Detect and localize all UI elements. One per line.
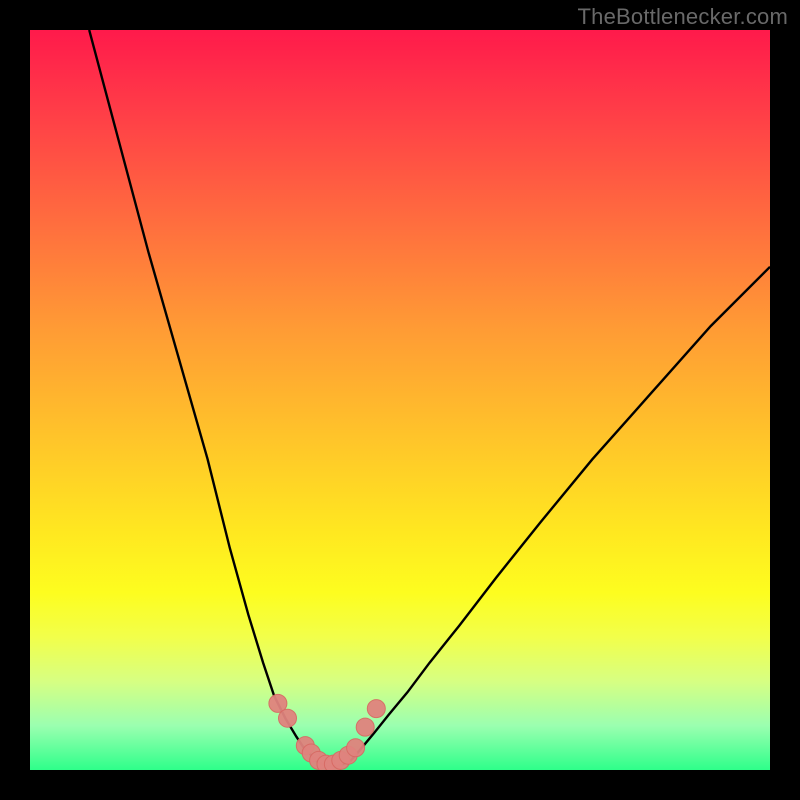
watermark-text: TheBottlenecker.com	[578, 4, 788, 30]
chart-frame: TheBottlenecker.com	[0, 0, 800, 800]
valley-marker	[356, 718, 374, 736]
valley-markers	[269, 694, 385, 770]
chart-svg	[30, 30, 770, 770]
valley-marker	[279, 709, 297, 727]
curve-right-branch	[350, 267, 770, 761]
valley-marker	[347, 739, 365, 757]
curve-left-branch	[89, 30, 316, 761]
plot-area	[30, 30, 770, 770]
valley-marker	[367, 700, 385, 718]
